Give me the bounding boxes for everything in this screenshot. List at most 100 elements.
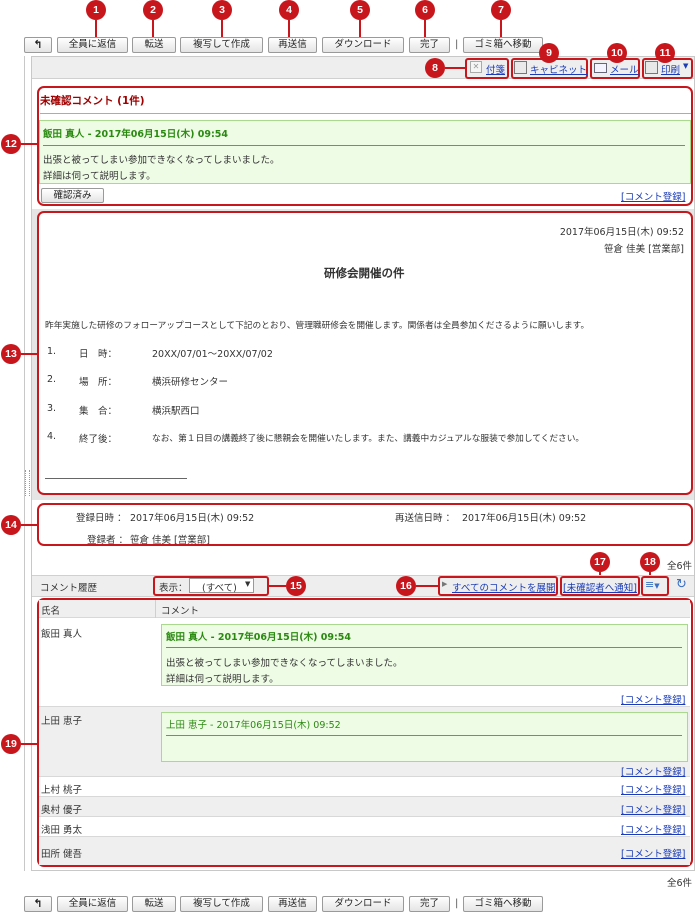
register-comment-link[interactable]: [コメント登録]	[621, 782, 685, 796]
marker-12: 12	[1, 134, 21, 154]
copy-create-button[interactable]: 複写して作成	[180, 37, 263, 53]
print-link[interactable]: 印刷	[661, 62, 680, 76]
print-icon	[645, 61, 658, 74]
download-button[interactable]: ダウンロード	[322, 896, 404, 912]
history-total-top: 全6件	[667, 561, 693, 572]
marker-line	[416, 585, 438, 587]
complete-button[interactable]: 完了	[409, 896, 450, 912]
expand-triangle-icon: ▶	[442, 580, 448, 588]
comment-line1: 出張と被ってしまい参加できなくなってしまいました。	[166, 658, 403, 669]
register-comment-link[interactable]: [コメント登録]	[621, 822, 685, 836]
copy-create-button[interactable]: 複写して作成	[180, 896, 263, 912]
divider	[40, 113, 691, 114]
commenter-name: 奥村 優子	[41, 805, 83, 816]
item-value: 横浜駅西口	[152, 406, 200, 417]
item-value: なお、第１日目の講義終了後に懇親会を開催いたします。また、講義中カジュアルな服装…	[152, 434, 585, 444]
item-label: 場 所：	[79, 377, 118, 388]
forward-button[interactable]: 転送	[132, 37, 176, 53]
display-select[interactable]: (すべて) ▼	[189, 578, 254, 594]
marker-line	[500, 20, 502, 37]
complete-button[interactable]: 完了	[409, 37, 450, 53]
document-title: 研修会開催の件	[324, 266, 405, 280]
item-value: 横浜研修センター	[152, 377, 229, 388]
marker-3: 3	[212, 0, 232, 20]
document-author: 笹倉 佳美 [営業部]	[604, 244, 684, 255]
display-select-value: (すべて)	[202, 583, 237, 594]
reply-all-button[interactable]: 全員に返信	[57, 896, 128, 912]
marker-line	[95, 20, 97, 37]
back-button[interactable]: ↰	[24, 37, 52, 53]
item-label: 日 時：	[79, 349, 118, 360]
marker-line	[152, 20, 154, 37]
confirm-button[interactable]: 確認済み	[41, 188, 104, 203]
sticky-link[interactable]: 付箋	[486, 62, 505, 76]
expand-all-link[interactable]: すべてのコメントを展開	[452, 580, 555, 594]
item-number: 1.	[47, 346, 57, 357]
marker-4: 4	[279, 0, 299, 20]
table-row	[39, 777, 690, 797]
resend-button[interactable]: 再送信	[268, 896, 317, 912]
unconfirmed-register-link[interactable]: [コメント登録]	[621, 189, 685, 203]
marker-line	[359, 20, 361, 37]
item-number: 2.	[47, 374, 57, 385]
marker-line	[269, 585, 286, 587]
item-number: 4.	[47, 431, 57, 442]
left-gutter-line	[24, 56, 25, 871]
unconfirmed-comment-header: 飯田 真人 - 2017年06月15日(木) 09:54	[43, 129, 228, 140]
marker-1: 1	[86, 0, 106, 20]
table-row	[39, 817, 690, 837]
forward-button[interactable]: 転送	[132, 896, 176, 912]
document-datetime: 2017年06月15日(木) 09:52	[559, 227, 684, 238]
column-header-name: 氏名	[41, 606, 61, 617]
download-button[interactable]: ダウンロード	[322, 37, 404, 53]
back-arrow-icon: ↰	[33, 38, 43, 51]
marker-line	[445, 67, 465, 69]
move-trash-button[interactable]: ゴミ箱へ移動	[463, 37, 543, 53]
list-menu-icon[interactable]: ≡▼	[645, 578, 660, 591]
item-value: 20XX/07/01～20XX/07/02	[152, 349, 273, 360]
document-section-highlight	[37, 211, 693, 495]
comment-header: 飯田 真人 - 2017年06月15日(木) 09:54	[166, 632, 351, 643]
item-number: 3.	[47, 403, 57, 414]
resize-handle[interactable]	[25, 470, 30, 496]
commenter-name: 上田 恵子	[41, 716, 83, 727]
toolbar-separator: |	[455, 898, 459, 909]
registered-date-label: 登録日時 ：	[76, 513, 127, 524]
comment-header: 上田 恵子 - 2017年06月15日(木) 09:52	[166, 720, 341, 731]
marker-5: 5	[350, 0, 370, 20]
commenter-name: 上村 桃子	[41, 785, 83, 796]
column-header-comment: コメント	[161, 606, 200, 617]
signature-line	[45, 478, 187, 479]
table-row	[39, 797, 690, 817]
resend-button[interactable]: 再送信	[268, 37, 317, 53]
marker-line	[21, 524, 37, 526]
register-comment-link[interactable]: [コメント登録]	[621, 692, 685, 706]
print-dropdown-icon[interactable]: ▼	[683, 62, 688, 70]
divider	[166, 647, 682, 648]
marker-line	[21, 743, 37, 745]
resend-date-value: 2017年06月15日(木) 09:52	[462, 513, 587, 524]
marker-19: 19	[1, 734, 21, 754]
notify-unconfirmed-link[interactable]: [未確認者へ通知]	[563, 580, 637, 594]
history-title: コメント履歴	[40, 583, 98, 594]
table-row	[39, 837, 690, 865]
marker-17: 17	[590, 552, 610, 572]
cabinet-link[interactable]: キャビネット	[530, 62, 587, 76]
mail-link[interactable]: メール	[610, 62, 639, 76]
table-header-row	[39, 600, 690, 618]
mail-icon	[594, 63, 607, 73]
register-comment-link[interactable]: [コメント登録]	[621, 846, 685, 860]
marker-line	[221, 20, 223, 37]
register-comment-link[interactable]: [コメント登録]	[621, 802, 685, 816]
commenter-name: 浅田 勇太	[41, 825, 83, 836]
refresh-icon[interactable]: ↻	[676, 577, 687, 592]
move-trash-button[interactable]: ゴミ箱へ移動	[463, 896, 543, 912]
back-button[interactable]: ↰	[24, 896, 52, 912]
registrant-value: 笹倉 佳美 [営業部]	[130, 535, 210, 546]
marker-6: 6	[415, 0, 435, 20]
history-total-bottom: 全6件	[667, 878, 693, 889]
marker-8: 8	[425, 58, 445, 78]
unconfirmed-comment-line1: 出張と被ってしまい参加できなくなってしまいました。	[43, 155, 280, 166]
register-comment-link[interactable]: [コメント登録]	[621, 764, 685, 778]
reply-all-button[interactable]: 全員に返信	[57, 37, 128, 53]
